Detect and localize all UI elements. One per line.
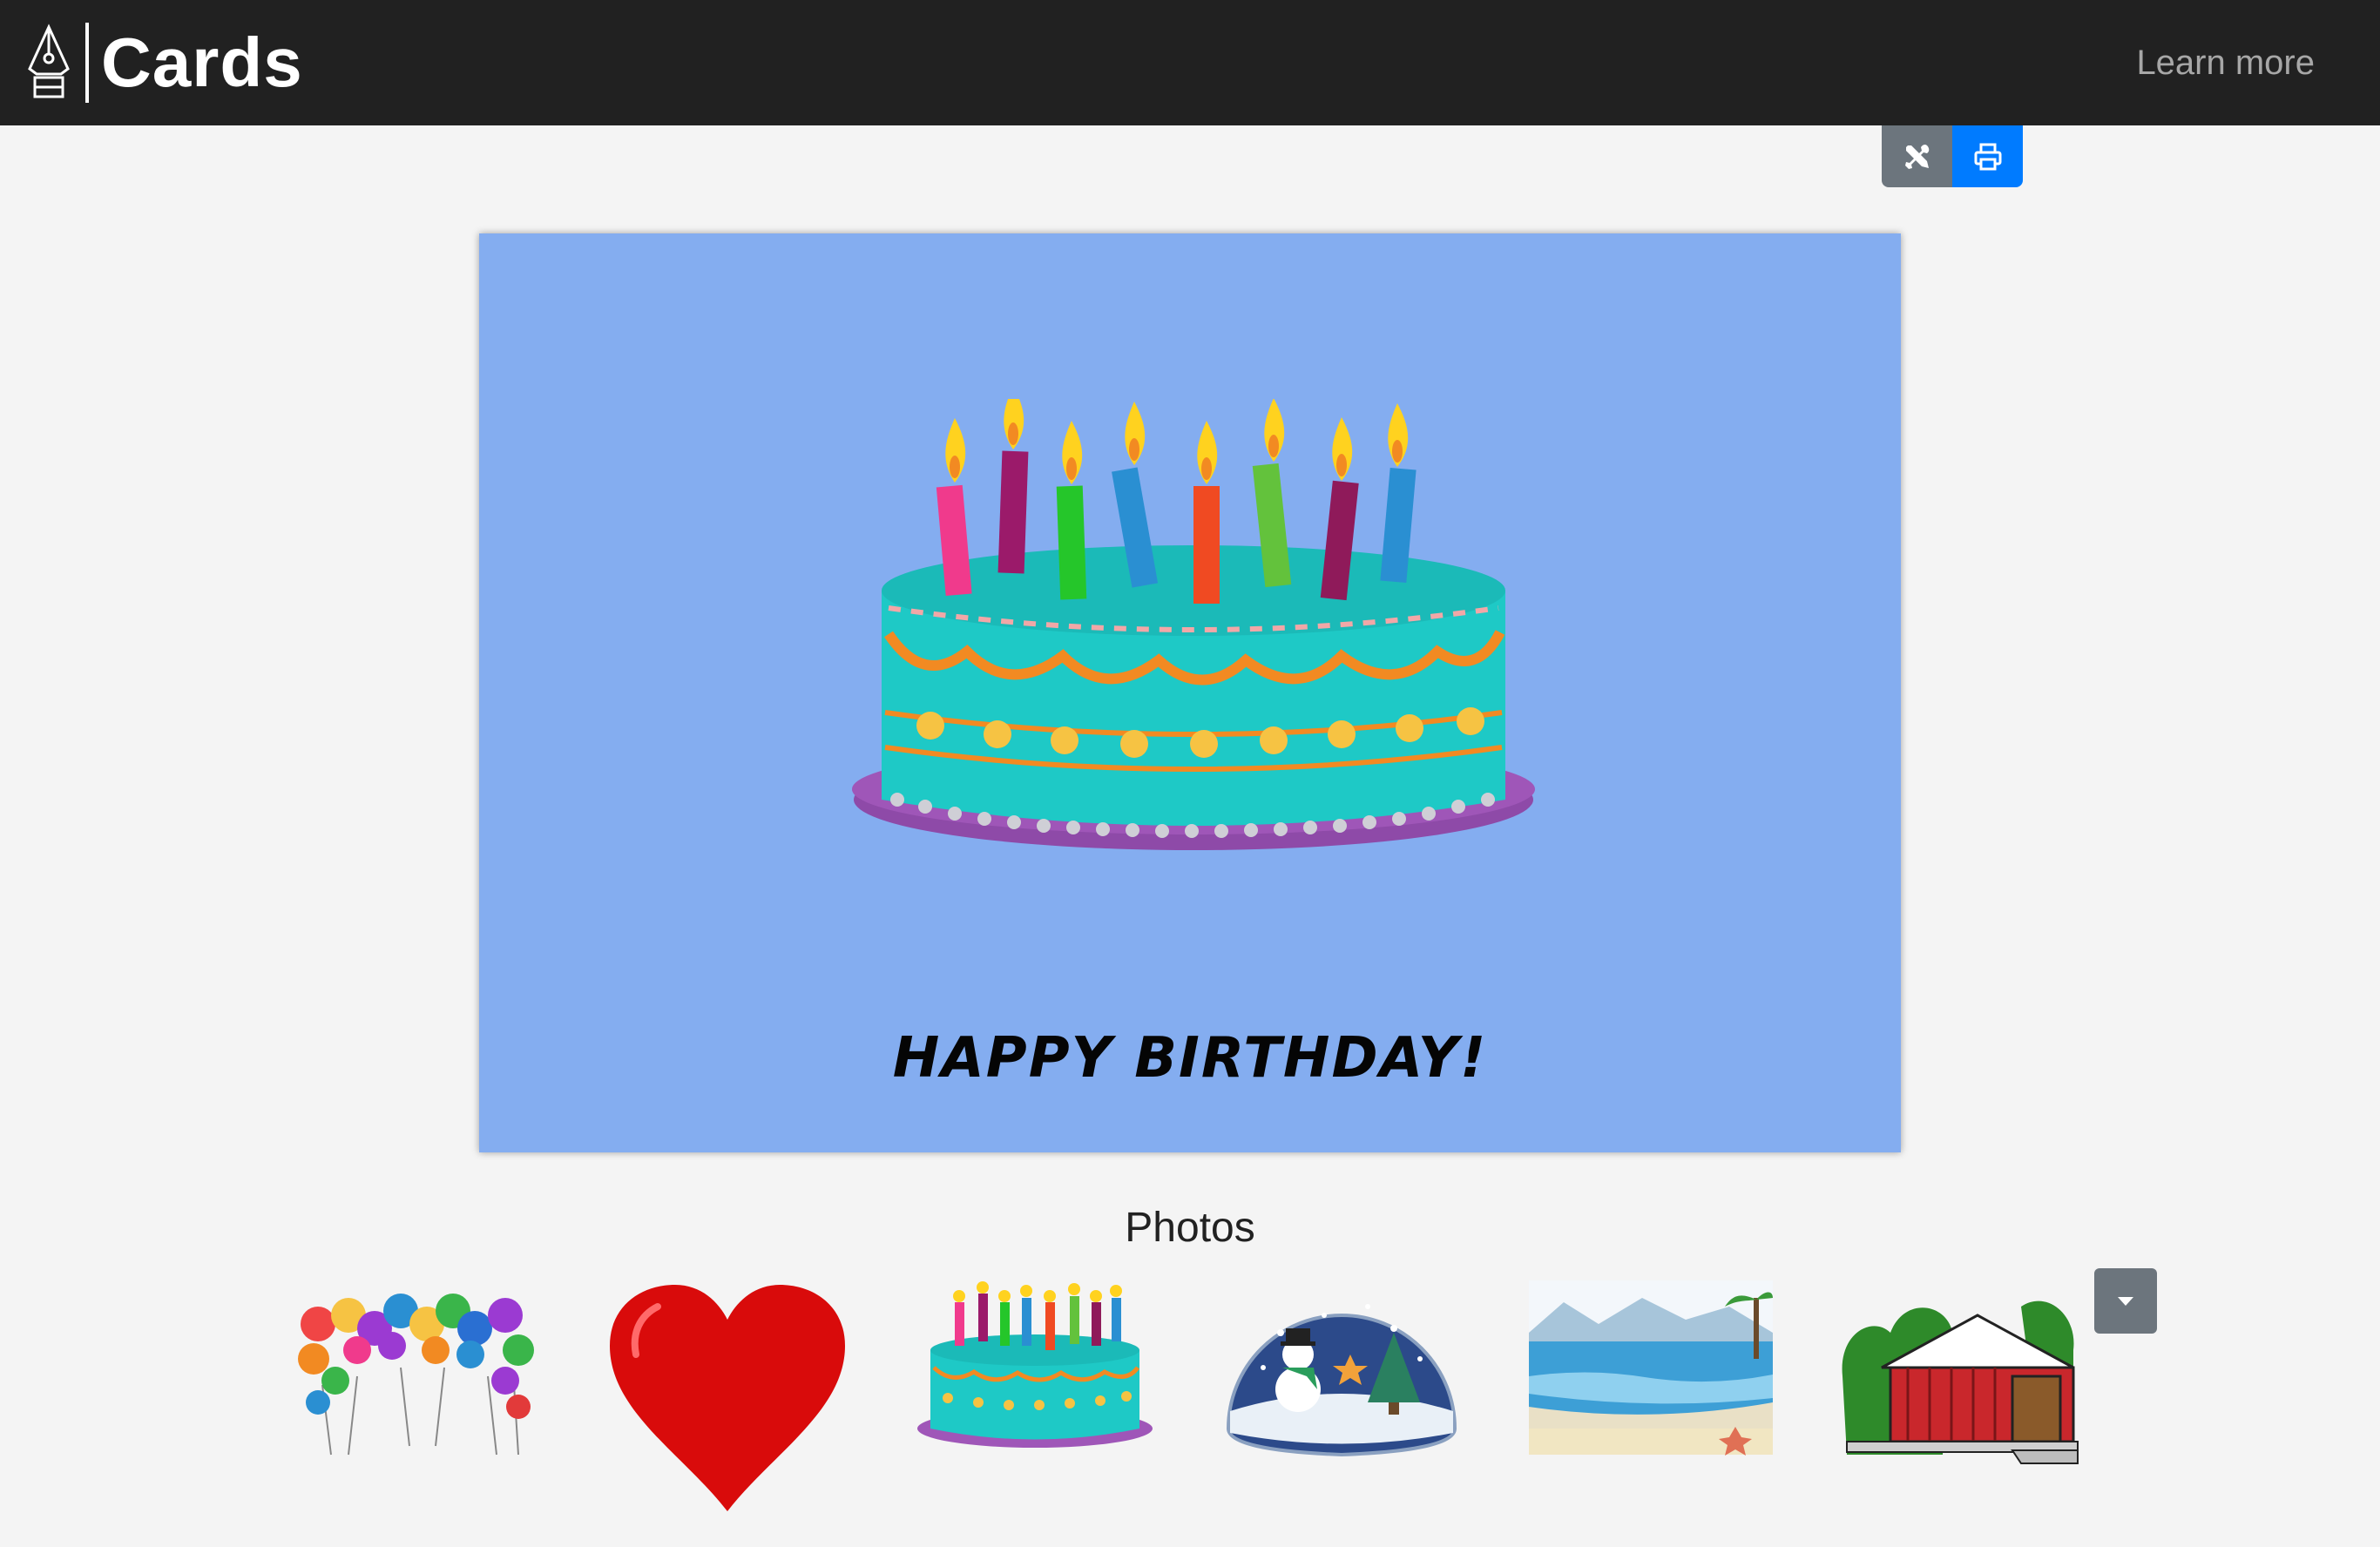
card-canvas[interactable]: HAPPY BIRTHDAY!	[479, 233, 1901, 1152]
pen-nib-icon	[28, 24, 70, 98]
photo-beach[interactable]	[1529, 1280, 1773, 1516]
photo-birthday-cake[interactable]	[913, 1280, 1157, 1516]
photo-heart[interactable]	[605, 1280, 849, 1516]
photo-balloons[interactable]	[296, 1280, 540, 1516]
learn-more-link[interactable]: Learn more	[2136, 38, 2315, 87]
printer-icon	[1974, 143, 2001, 170]
covered-bridge-image	[1842, 1300, 2079, 1464]
brand-divider	[85, 23, 89, 103]
balloons-image	[298, 1294, 534, 1456]
tools-icon	[1904, 144, 1929, 169]
photos-heading: Photos	[1125, 1205, 1255, 1251]
photos-more-button[interactable]	[2094, 1268, 2157, 1334]
birthday-cake-image	[917, 1281, 1153, 1448]
photo-strip	[0, 1280, 2380, 1516]
brand[interactable]: Cards	[26, 21, 303, 105]
snow-globe-image	[1226, 1304, 1457, 1457]
photo-covered-bridge[interactable]	[1838, 1280, 2082, 1516]
tools-button[interactable]	[1882, 125, 1952, 187]
card-message[interactable]: HAPPY BIRTHDAY!	[479, 1026, 1901, 1091]
print-button[interactable]	[1952, 125, 2023, 187]
card-cake-image[interactable]	[828, 399, 1559, 956]
navbar: Cards Learn more	[0, 0, 2380, 125]
beach-image	[1529, 1280, 1773, 1456]
heart-image	[610, 1285, 845, 1511]
caret-down-icon	[2118, 1296, 2133, 1306]
app-title: Cards	[101, 24, 303, 101]
photo-snow-globe[interactable]	[1220, 1280, 1464, 1516]
card-toolbar	[1882, 125, 2023, 187]
